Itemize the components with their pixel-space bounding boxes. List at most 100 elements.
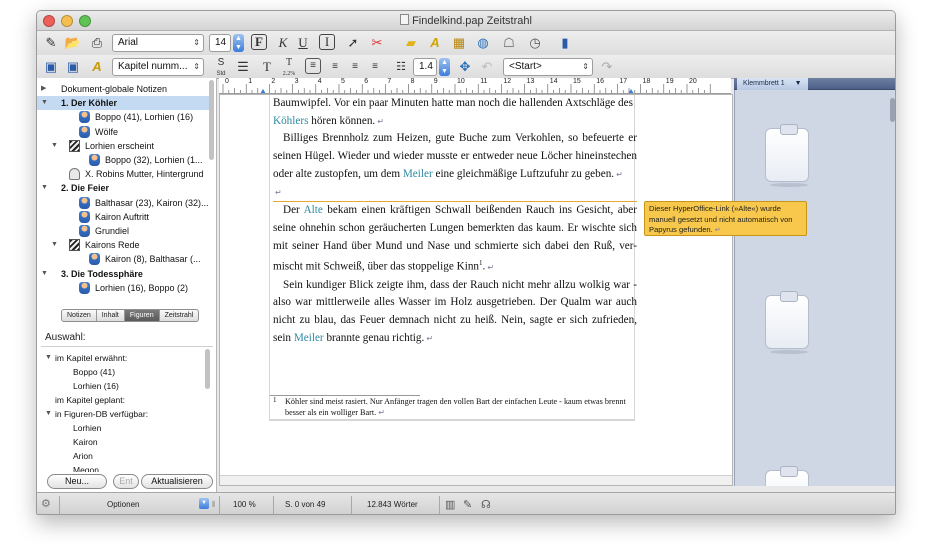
back-arrow-icon[interactable]: ↶ [477,58,497,76]
open-folder-icon[interactable]: 📂 [63,34,83,52]
figure-icon [79,196,90,209]
align-left-icon[interactable]: ≡ [305,58,321,74]
disclosure-expanded-icon[interactable]: ▼ [45,407,52,421]
tree-item-lorhien-16-boppo-2[interactable]: Lorhien (16), Boppo (2) [37,281,211,295]
underline-button[interactable]: U [293,34,313,52]
tab-figuren[interactable]: Figuren [124,310,160,321]
disclosure-expanded-icon[interactable]: ▼ [41,181,48,195]
tree-scrollbar[interactable] [209,80,214,160]
hyperlink[interactable]: Meiler [294,332,324,344]
zoom-window-button[interactable] [79,15,91,27]
footnote-reference[interactable]: 1 [479,259,483,267]
std-style-icon[interactable]: S Std [211,58,231,78]
highlight-icon[interactable]: A [425,34,445,52]
ghost-icon[interactable]: ☖ [499,34,519,52]
tree-item-balthasar-23-kairon-32[interactable]: Balthasar (23), Kairon (32)... [37,196,211,210]
save-as-icon[interactable]: ▣ [63,58,83,76]
tree-item-boppo-32-lorhien-1[interactable]: Boppo (32), Lorhien (1... [37,153,211,167]
disclosure-collapsed-icon[interactable]: ▶ [41,82,46,96]
globe-icon[interactable]: ◍ [473,34,493,52]
disclosure-expanded-icon[interactable]: ▼ [41,96,48,110]
disclosure-expanded-icon[interactable]: ▼ [41,267,48,281]
save-icon[interactable]: ▣ [41,58,61,76]
disclosure-expanded-icon[interactable]: ▼ [45,351,52,365]
tree-item-grundiel[interactable]: Grundiel [37,224,211,238]
clipboard-scrollbar[interactable] [890,98,895,122]
hyperlink[interactable]: Meiler [403,168,433,180]
tree-item-boppo-41-lorhien-16[interactable]: Boppo (41), Lorhien (16) [37,110,211,124]
print-icon[interactable]: ⎙ [87,34,107,52]
tree-item-3-die-todessphäre[interactable]: ▼ 3. Die Todessphäre [37,267,211,281]
align-right-icon[interactable]: ≡ [345,58,365,76]
tree-item-1-der-köhler[interactable]: ▼ 1. Der Köhler [37,96,211,111]
minimize-window-button[interactable] [61,15,73,27]
selection-scrollbar[interactable] [205,349,210,389]
font-size-field[interactable]: 14 [209,34,231,52]
bold-button[interactable]: F [251,34,267,50]
clipboard-slot-icon[interactable] [765,291,809,354]
new-button[interactable]: Neu... [47,474,107,489]
tree-item-kairons-rede[interactable]: ▼ Kairons Rede [37,238,211,252]
options-label[interactable]: Optionen [107,498,139,512]
remove-button[interactable]: Ent [113,474,139,489]
text-cursor-icon[interactable]: I [319,34,335,50]
font-size-stepper[interactable]: ▲ ▼ [233,34,244,52]
font-name-select[interactable]: Arial ⇕ [112,34,204,52]
horizontal-scrollbar[interactable] [220,475,732,485]
new-document-icon[interactable]: ✎ [41,34,61,52]
line-spacing-stepper[interactable]: ▲ ▼ [439,58,450,76]
paragraph-mark-icon: ↵ [377,116,384,126]
disclosure-expanded-icon[interactable]: ▼ [51,139,58,153]
table-icon[interactable]: ▦ [449,34,469,52]
clipboard-tab[interactable]: Klemmbrett 1 ▼ [737,78,808,90]
disclosure-expanded-icon[interactable]: ▼ [51,238,58,252]
align-center-icon[interactable]: ≡ [325,58,345,76]
line-spacing-field[interactable]: 1.4 [413,58,437,76]
clock-icon[interactable]: ◷ [525,34,545,52]
book-icon[interactable]: ▮ [555,34,575,52]
refresh-button[interactable]: Aktualisieren [141,474,213,489]
forward-arrow-icon[interactable]: ↷ [597,58,617,76]
sticky-note-icon[interactable]: ▰ [401,34,421,52]
footnote[interactable]: 1 Köhler sind meist rasiert. Nur Anfänge… [269,396,635,420]
list-icon[interactable]: ☰ [233,58,253,76]
clipboard-slot-icon[interactable] [765,466,809,486]
tree-item-kairon-8-balthasar[interactable]: Kairon (8), Balthasar (... [37,252,211,266]
document-text[interactable]: Baumwipfel. Vor ein paar Minuten hatte m… [273,95,637,348]
justify-icon[interactable]: ≡ [365,58,385,76]
zoom-level[interactable]: 100 % [233,498,256,512]
tree-item-2-die-feier[interactable]: ▼ 2. Die Feier [37,181,211,195]
tree-item-wölfe[interactable]: Wölfe [37,125,211,139]
document-editor[interactable]: Baumwipfel. Vor ein paar Minuten hatte m… [219,94,733,486]
ruler-number: 8 [410,78,415,85]
pen-icon[interactable]: ✎ [463,498,472,512]
tab-zeitstrahl[interactable]: Zeitstrahl [160,310,199,321]
font-scale-icon[interactable]: T 2.2% [279,58,299,78]
ruler-number: 0 [225,78,229,85]
ruler[interactable]: 0 1 2 3 4 5 6 7 8 9 10 11 12 13 14 15 16 17 18 19 20 [219,78,731,94]
style-icon[interactable]: A [87,58,107,76]
navigation-select[interactable]: <Start> ⇕ [503,58,593,76]
text-box-icon[interactable]: T [257,58,277,76]
tab-inhalt[interactable]: Inhalt [97,310,125,321]
line-spacing-icon[interactable]: ☷ [391,58,411,76]
tree-item-kairon-auftritt[interactable]: Kairon Auftritt [37,210,211,224]
tree-item-dokument-globale-notizen[interactable]: ▶ Dokument-globale Notizen [37,82,211,96]
tab-notizen[interactable]: Notizen [62,310,97,321]
paragraph-style-select[interactable]: Kapitel numm... ⇕ [112,58,204,76]
paragraph-spacing-icon[interactable]: ✥ [455,58,475,76]
italic-button[interactable]: K [273,34,293,52]
tree-item-lorhien-erscheint[interactable]: ▼ Lorhien erscheint [37,139,211,153]
hyperlink-alte[interactable]: Alte [304,204,323,216]
book-view-icon[interactable]: ▥ [445,498,455,512]
options-dropdown[interactable]: ▼ [199,498,209,509]
clipboard-slot-icon[interactable] [765,124,809,187]
pointer-icon[interactable]: ➚ [343,34,363,52]
hyperlink[interactable]: Köhlers [273,115,308,127]
speech-icon[interactable]: ☊ [481,498,491,512]
resize-grip-icon[interactable]: ⦀ [212,498,216,512]
cut-icon[interactable]: ✂ [367,34,387,52]
tree-item-x-robins-mutter-hintergrund[interactable]: X. Robins Mutter, Hintergrund [37,167,211,181]
settings-icon[interactable]: ⚙ [41,498,51,512]
close-window-button[interactable] [43,15,55,27]
